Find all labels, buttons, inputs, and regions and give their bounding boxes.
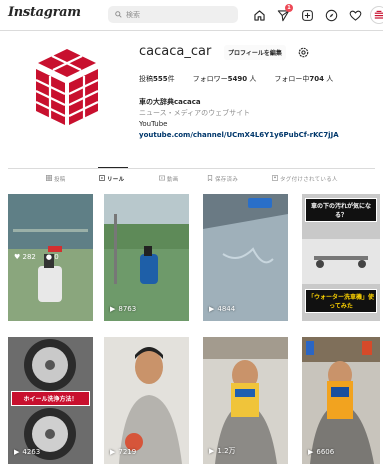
tab-saved[interactable]: 保存済み <box>207 175 238 183</box>
notification-badge: 1 <box>285 4 293 12</box>
profile-avatar[interactable] <box>370 6 383 24</box>
bio-category: ニュース・メディアのウェブサイト <box>139 109 251 117</box>
bio-link[interactable]: youtube.com/channel/UCmX4L6Y1y6PubCf-rKC… <box>139 130 339 141</box>
comment-count: ● 0 <box>45 253 59 261</box>
reel-tile[interactable]: ▶ 1.2万 <box>203 337 288 464</box>
edit-profile-button[interactable]: プロフィールを編集 <box>224 45 286 60</box>
overlay-text-bottom: 「ウォーター洗車機」使ってみた <box>305 289 377 313</box>
active-tab-indicator <box>98 167 128 168</box>
reels-icon <box>99 175 105 183</box>
profile-logo[interactable] <box>30 47 104 127</box>
reel-thumbnail <box>203 194 288 321</box>
instagram-logo[interactable]: Instagram <box>8 5 81 20</box>
direct-messages-icon[interactable]: 1 <box>274 4 293 24</box>
tab-posts[interactable]: 投稿 <box>46 175 66 183</box>
tab-videos[interactable]: 動画 <box>159 175 179 183</box>
view-count: ▶ 4844 <box>209 305 236 313</box>
reel-tile[interactable]: 車の下の汚れが気になる？ 「ウォーター洗車機」使ってみた <box>302 194 380 321</box>
top-nav: Instagram 検索 1 <box>0 0 383 30</box>
reel-tile[interactable]: ▶ 7219 <box>104 337 189 464</box>
header-divider <box>0 30 383 31</box>
video-icon <box>159 175 165 183</box>
bio-platform: YouTube <box>139 120 168 128</box>
reel-tile[interactable]: ▶ 4844 <box>203 194 288 321</box>
reel-thumbnail <box>104 194 189 321</box>
reel-thumbnail <box>203 337 288 464</box>
new-post-icon[interactable] <box>298 6 316 24</box>
tab-reels[interactable]: リール <box>99 175 124 183</box>
stat-following[interactable]: フォロー中704 人 <box>274 74 333 84</box>
reel-tile[interactable]: ホイール洗浄方法！ ▶ 4263 <box>8 337 93 464</box>
search-placeholder: 検索 <box>126 10 140 19</box>
heart-icon[interactable] <box>346 6 364 24</box>
reel-tile[interactable]: ▶ 6606 <box>302 337 380 464</box>
view-count: ▶ 1.2万 <box>209 447 236 455</box>
reel-tile[interactable]: ♥ 282 ● 0 <box>8 194 93 321</box>
overlay-banner: ホイール洗浄方法！ <box>11 391 90 406</box>
search-icon <box>115 11 122 18</box>
like-comment-overlay: ♥ 282 ● 0 <box>14 253 59 261</box>
view-count: ▶ 4263 <box>14 448 41 456</box>
reel-thumbnail <box>104 337 189 464</box>
tabs-divider <box>8 168 375 169</box>
profile-tabs: 投稿 リール 動画 保存済み タグ付けされている人 <box>0 175 383 187</box>
home-icon[interactable] <box>250 6 268 24</box>
bookmark-icon <box>207 175 213 183</box>
view-count: ▶ 7219 <box>110 448 137 456</box>
view-count: ▶ 6606 <box>308 448 335 456</box>
tag-icon <box>272 175 278 183</box>
explore-icon[interactable] <box>322 6 340 24</box>
view-count: ▶ 8763 <box>110 305 137 313</box>
stat-followers[interactable]: フォロワー5490 人 <box>193 74 257 84</box>
bio-name: 車の大辞典cacaca <box>139 98 201 106</box>
search-input[interactable]: 検索 <box>108 6 238 23</box>
reel-thumbnail <box>302 337 380 464</box>
profile-stats: 投稿555件 フォロワー5490 人 フォロー中704 人 <box>139 74 351 84</box>
settings-gear-icon[interactable] <box>297 44 310 63</box>
tab-tagged[interactable]: タグ付けされている人 <box>272 175 338 183</box>
reel-tile[interactable]: ▶ 8763 <box>104 194 189 321</box>
like-count: ♥ 282 <box>14 253 36 261</box>
profile-username: cacaca_car <box>139 44 212 59</box>
profile-bio: 車の大辞典cacaca ニュース・メディアのウェブサイト YouTube you… <box>139 97 339 141</box>
grid-icon <box>46 175 52 183</box>
stat-posts[interactable]: 投稿555件 <box>139 74 175 84</box>
overlay-text-top: 車の下の汚れが気になる？ <box>305 198 377 222</box>
